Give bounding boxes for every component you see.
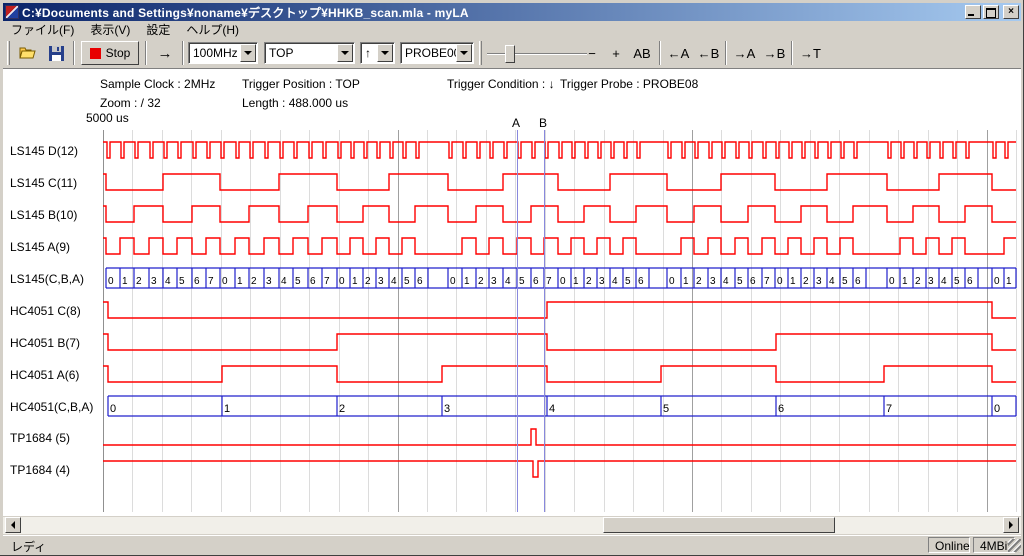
bus-value-label: 6 — [310, 276, 316, 287]
bus-value-label: 5 — [737, 276, 743, 287]
scroll-right-button[interactable] — [1003, 517, 1019, 533]
bus-value-label: 2 — [365, 276, 371, 287]
bus-value-label: 1 — [1006, 276, 1012, 287]
trace-ls145-d-12- — [103, 142, 1016, 158]
bus-value-label: 4 — [829, 276, 835, 287]
bus-value-label: 4 — [281, 276, 287, 287]
bus-value-label: 3 — [816, 276, 822, 287]
bus-value-label: 0 — [222, 276, 228, 287]
bus-value-label: 1 — [352, 276, 358, 287]
trace-ls145-a-9- — [103, 238, 1016, 254]
bus-value-label: 2 — [586, 276, 592, 287]
bus-value-label: 5 — [519, 276, 525, 287]
bus-value-label: 1 — [464, 276, 470, 287]
bus-value-label: 0 — [450, 276, 456, 287]
bus-value-label: 5 — [404, 276, 410, 287]
trace-tp1684-5- — [103, 429, 1016, 445]
bus-value-label: 3 — [378, 276, 384, 287]
bus-value-label: 5 — [625, 276, 631, 287]
bus-value-label: 3 — [491, 276, 497, 287]
bus-value-label: 2 — [915, 276, 921, 287]
bus-value-label: 6 — [194, 276, 200, 287]
trace-hc4051-c-b-a- — [108, 396, 1016, 416]
scrollbar-thumb[interactable] — [603, 517, 835, 533]
bus-value-label: 7 — [208, 276, 214, 287]
bus-value-label: 2 — [339, 403, 345, 415]
trace-ls145-c-11- — [103, 174, 1016, 190]
bus-value-label: 2 — [251, 276, 257, 287]
bus-value-label: 4 — [505, 276, 511, 287]
resize-grip[interactable] — [1008, 539, 1021, 552]
bus-value-label: 1 — [683, 276, 689, 287]
horizontal-scrollbar[interactable] — [3, 517, 1021, 534]
bus-value-label: 5 — [842, 276, 848, 287]
trace-hc4051-b-7- — [103, 334, 1016, 350]
bus-value-label: 4 — [723, 276, 729, 287]
bus-value-label: 4 — [941, 276, 947, 287]
bus-value-label: 5 — [295, 276, 301, 287]
bus-value-label: 7 — [546, 276, 552, 287]
trace-tp1684-4- — [103, 461, 1016, 477]
status-ready: レディ — [11, 538, 46, 555]
mylae-logic-analyzer-window: { "window": { "title": "C:¥Documents and… — [0, 0, 1024, 556]
bus-value-label: 7 — [324, 276, 330, 287]
trace-hc4051-a-6- — [103, 366, 1016, 382]
bus-value-label: 0 — [994, 276, 1000, 287]
bus-value-label: 3 — [928, 276, 934, 287]
bus-value-label: 3 — [266, 276, 272, 287]
bus-value-label: 4 — [391, 276, 397, 287]
bus-value-label: 6 — [778, 403, 784, 415]
bus-value-label: 0 — [560, 276, 566, 287]
bus-value-label: 4 — [165, 276, 171, 287]
bus-value-label: 6 — [533, 276, 539, 287]
bus-value-label: 6 — [750, 276, 756, 287]
status-online: Online — [928, 537, 970, 553]
bus-value-label: 3 — [151, 276, 157, 287]
bus-value-label: 1 — [573, 276, 579, 287]
bus-value-label: 1 — [122, 276, 128, 287]
bus-value-label: 1 — [224, 403, 230, 415]
bus-value-label: 5 — [663, 403, 669, 415]
bus-value-label: 2 — [696, 276, 702, 287]
bus-value-label: 2 — [803, 276, 809, 287]
scroll-left-button[interactable] — [5, 517, 21, 533]
bus-value-label: 7 — [764, 276, 770, 287]
bus-value-label: 4 — [612, 276, 618, 287]
trace-hc4051-c-8- — [103, 302, 1016, 318]
right-arrow-icon — [1009, 521, 1013, 529]
bus-value-label: 5 — [179, 276, 185, 287]
bus-value-label: 0 — [339, 276, 345, 287]
bus-value-label: 0 — [669, 276, 675, 287]
bus-value-label: 3 — [710, 276, 716, 287]
bus-value-label: 6 — [967, 276, 973, 287]
bus-value-label: 0 — [889, 276, 895, 287]
bus-value-label: 6 — [855, 276, 861, 287]
bus-value-label: 0 — [994, 403, 1000, 415]
bus-value-label: 6 — [417, 276, 423, 287]
trace-hc4051-c-b-a--dividers — [108, 396, 1016, 416]
bus-value-label: 1 — [237, 276, 243, 287]
bus-value-label: 0 — [777, 276, 783, 287]
bus-value-label: 2 — [478, 276, 484, 287]
left-arrow-icon — [11, 521, 15, 529]
bus-value-label: 1 — [790, 276, 796, 287]
bus-value-label: 5 — [954, 276, 960, 287]
bus-value-label: 3 — [599, 276, 605, 287]
bus-value-label: 7 — [886, 403, 892, 415]
trace-ls145-b-10- — [103, 206, 1016, 222]
bus-value-label: 0 — [110, 403, 116, 415]
bus-value-label: 1 — [902, 276, 908, 287]
bus-value-label: 3 — [444, 403, 450, 415]
bus-value-label: 0 — [108, 276, 114, 287]
bus-value-label: 2 — [136, 276, 142, 287]
statusbar: レディ Online 4MBit — [3, 535, 1021, 553]
waveform-plot: 0123456701234567012345601234567012345601… — [0, 0, 1024, 556]
bus-value-label: 4 — [549, 403, 555, 415]
bus-value-label: 6 — [638, 276, 644, 287]
